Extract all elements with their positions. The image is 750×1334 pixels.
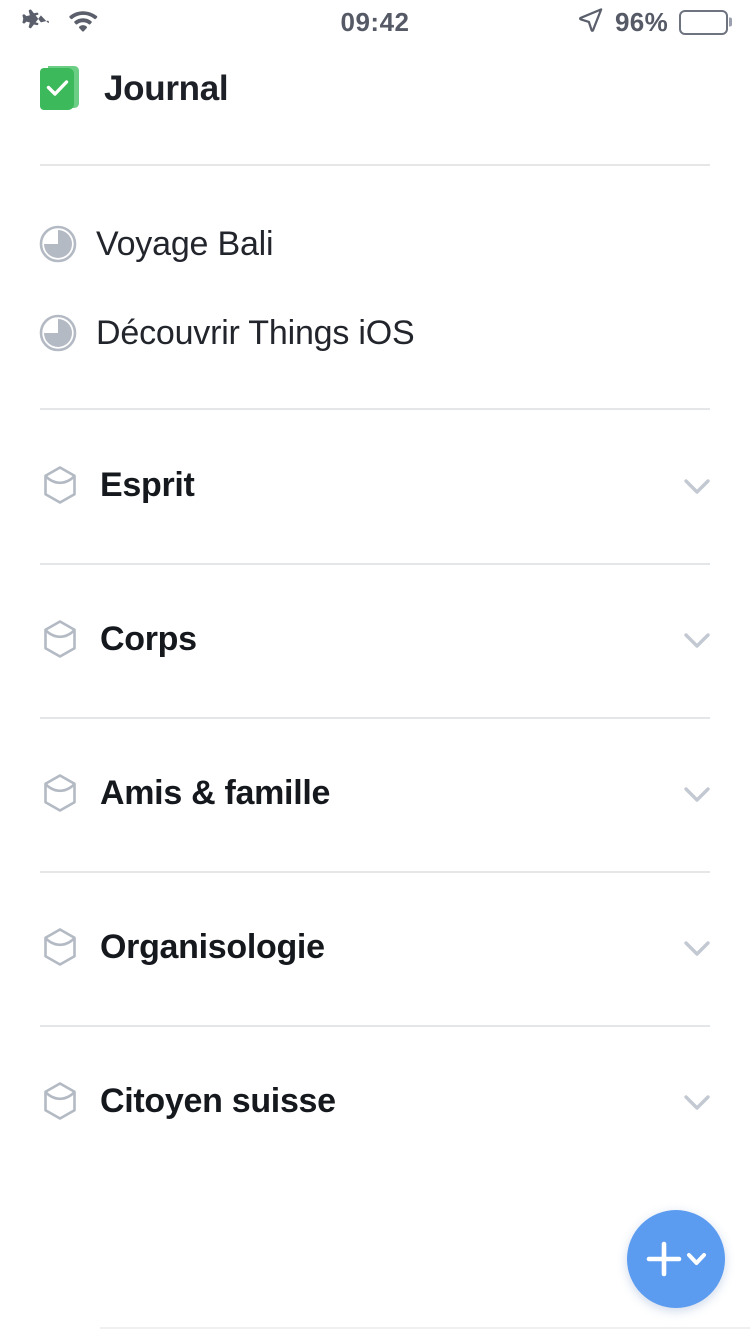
list-item-area-esprit[interactable]: Esprit <box>0 454 750 516</box>
divider <box>40 717 710 719</box>
plus-icon <box>646 1241 682 1277</box>
list-item-project[interactable]: Découvrir Things iOS <box>0 305 750 361</box>
area-hexagon-icon <box>38 771 82 815</box>
app-screen: 09:42 96% Journal Voyage Bali Découvrir … <box>0 0 750 1334</box>
area-hexagon-icon <box>38 925 82 969</box>
chevron-down-icon[interactable] <box>674 462 720 508</box>
divider <box>40 1025 710 1027</box>
area-label: Amis & famille <box>100 773 331 812</box>
divider <box>40 408 710 410</box>
list-item-area-amis-famille[interactable]: Amis & famille <box>0 762 750 824</box>
list-item-area-organisologie[interactable]: Organisologie <box>0 916 750 978</box>
chevron-down-icon[interactable] <box>674 924 720 970</box>
battery-percent-label: 96% <box>615 6 668 37</box>
area-label: Corps <box>100 619 197 658</box>
divider <box>40 164 710 166</box>
page-title: Journal <box>104 69 229 108</box>
area-hexagon-icon <box>38 617 82 661</box>
chevron-down-icon <box>687 1253 706 1265</box>
area-hexagon-icon <box>38 463 82 507</box>
project-label: Découvrir Things iOS <box>96 313 415 352</box>
area-label: Citoyen suisse <box>100 1081 336 1120</box>
logbook-icon <box>34 63 86 115</box>
chevron-down-icon[interactable] <box>674 616 720 662</box>
status-bar-right: 96% <box>577 6 728 38</box>
chevron-down-icon[interactable] <box>674 1078 720 1124</box>
progress-pie-icon <box>38 313 78 353</box>
area-label: Esprit <box>100 465 195 504</box>
location-arrow-icon <box>577 6 604 38</box>
add-new-item-button[interactable] <box>627 1210 725 1308</box>
list-item-area-citoyen-suisse[interactable]: Citoyen suisse <box>0 1070 750 1132</box>
project-label: Voyage Bali <box>96 224 274 263</box>
battery-icon <box>679 9 728 35</box>
status-bar: 09:42 96% <box>0 0 750 44</box>
area-label: Organisologie <box>100 927 325 966</box>
area-hexagon-icon <box>38 1079 82 1123</box>
page-header: Journal <box>0 58 750 120</box>
list-item-area-corps[interactable]: Corps <box>0 608 750 670</box>
chevron-down-icon[interactable] <box>674 770 720 816</box>
divider <box>40 871 710 873</box>
list-item-project[interactable]: Voyage Bali <box>0 216 750 272</box>
bottom-toolbar-edge <box>100 1327 750 1329</box>
divider <box>40 563 710 565</box>
progress-pie-icon <box>38 224 78 264</box>
